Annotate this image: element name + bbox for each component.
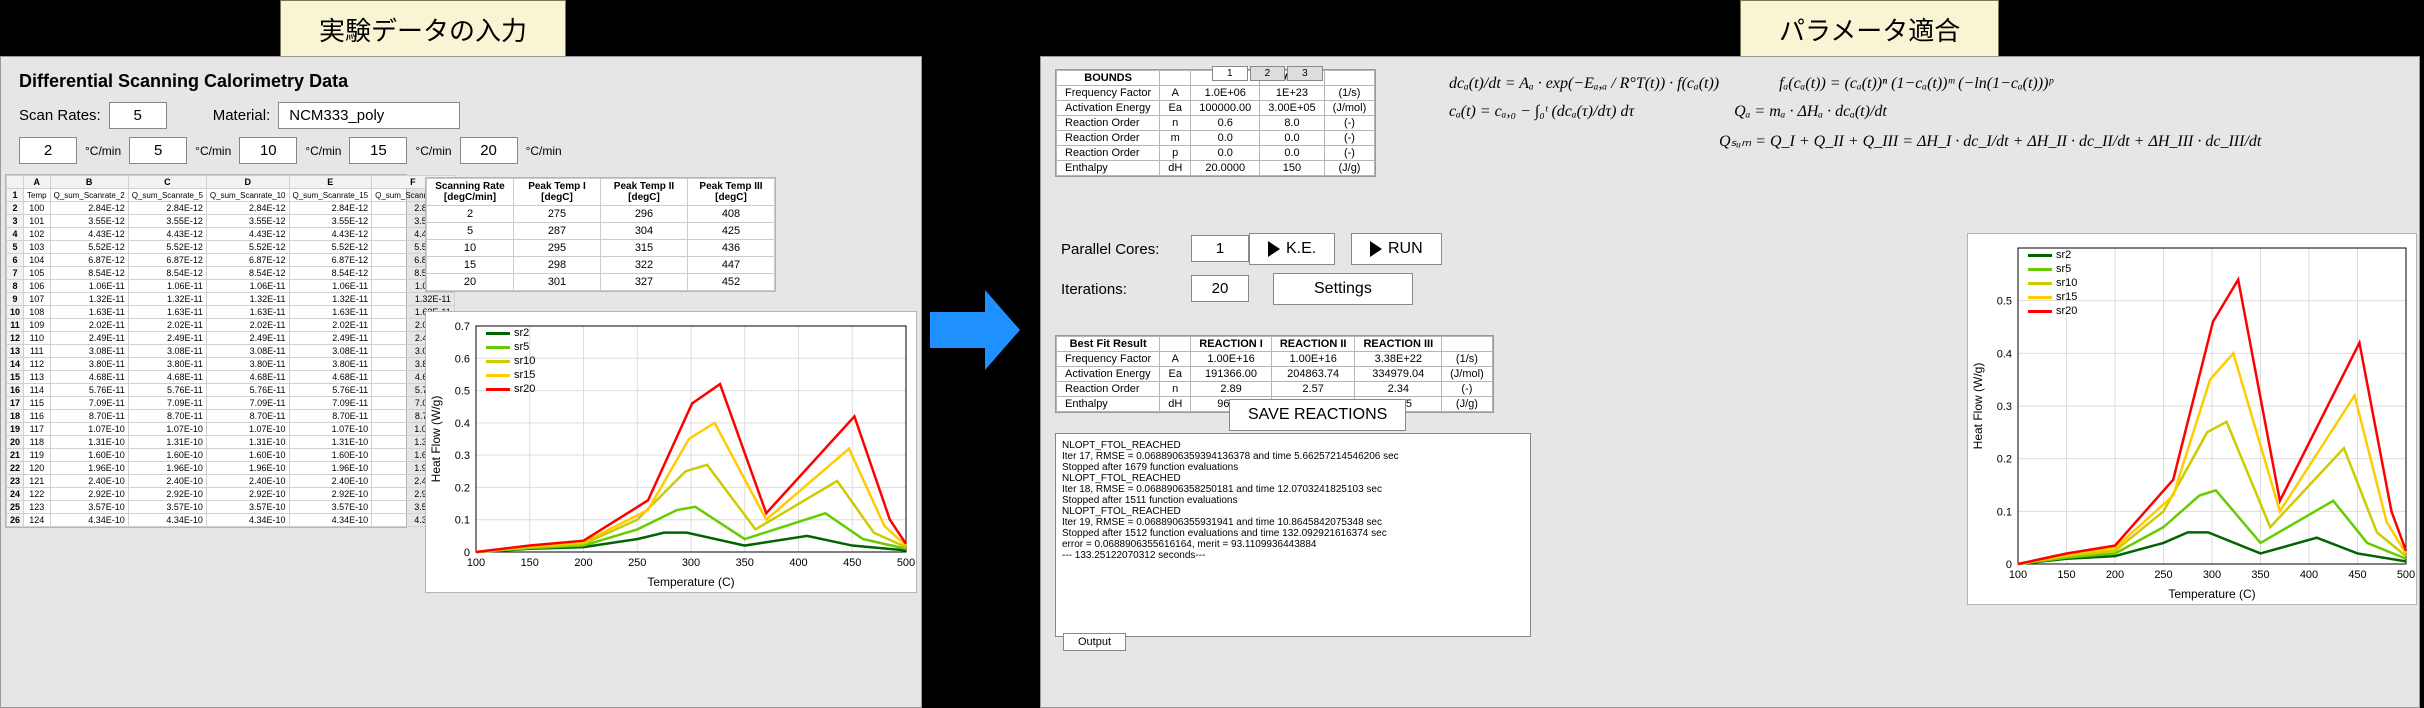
eq2: fₐ(cₐ(t)) = (cₐ(t))ⁿ (1−cₐ(t))ᵐ (−ln(1−c… (1779, 75, 2053, 93)
svg-text:sr15: sr15 (514, 369, 535, 381)
rate-unit: °C/min (415, 144, 451, 158)
eq3: cₐ(t) = cₐ,₀ − ∫₀ᵗ (dcₐ(τ)/dτ) dτ (1449, 103, 1634, 121)
svg-text:0: 0 (2006, 559, 2012, 571)
svg-text:150: 150 (2057, 569, 2075, 581)
settings-button[interactable]: Settings (1273, 273, 1413, 305)
svg-text:0.1: 0.1 (1997, 506, 2012, 518)
bounds-tab[interactable]: 3 (1287, 66, 1323, 81)
scanrates-input[interactable]: 5 (109, 102, 167, 129)
svg-text:350: 350 (2251, 569, 2269, 581)
eq5: Qₛᵤₘ = Q_I + Q_II + Q_III = ΔH_I · dc_I/… (1719, 133, 2261, 150)
svg-text:0.2: 0.2 (1997, 454, 2012, 466)
formulae: dcₐ(t)/dt = Aₐ · exp(−Eₐ,ₐ / R°T(t)) · f… (1449, 71, 2009, 213)
svg-text:Heat Flow (W/g): Heat Flow (W/g) (1971, 363, 1985, 450)
run-button[interactable]: RUN (1351, 233, 1442, 265)
log-output[interactable]: NLOPT_FTOL_REACHED Iter 17, RMSE = 0.068… (1055, 433, 1531, 637)
chart-input: 10015020025030035040045050000.10.20.30.4… (425, 311, 917, 593)
svg-text:0.6: 0.6 (455, 353, 470, 365)
svg-text:400: 400 (2300, 569, 2318, 581)
svg-text:sr15: sr15 (2056, 291, 2077, 303)
svg-text:250: 250 (628, 557, 646, 569)
svg-text:0.4: 0.4 (1997, 348, 2012, 360)
play-icon (1370, 241, 1382, 257)
svg-text:400: 400 (789, 557, 807, 569)
svg-text:500: 500 (2397, 569, 2415, 581)
svg-text:Temperature (C): Temperature (C) (647, 575, 734, 589)
svg-text:sr2: sr2 (2056, 249, 2071, 261)
fit-panel: 123 BOUNDSMINMAXFrequency FactorA1.0E+06… (1040, 56, 2420, 708)
banner-fit: パラメータ適合 (1740, 0, 1999, 59)
rate-unit: °C/min (85, 144, 121, 158)
svg-text:Heat Flow (W/g): Heat Flow (W/g) (429, 396, 443, 483)
rate-input[interactable]: 5 (129, 137, 187, 164)
input-panel: Differential Scanning Calorimetry Data S… (0, 56, 922, 708)
material-label: Material: (213, 107, 271, 124)
bounds-table: 123 BOUNDSMINMAXFrequency FactorA1.0E+06… (1055, 69, 1376, 177)
save-reactions-button[interactable]: SAVE REACTIONS (1229, 399, 1406, 431)
iter-label: Iterations: (1061, 281, 1127, 298)
svg-text:300: 300 (2203, 569, 2221, 581)
banner-input: 実験データの入力 (280, 0, 566, 59)
peak-table: Scanning Rate [degC/min]Peak Temp I [deg… (425, 177, 776, 292)
bounds-tabs: 123 (1212, 66, 1323, 81)
chart-fit: 10015020025030035040045050000.10.20.30.4… (1967, 233, 2417, 605)
rate-unit: °C/min (305, 144, 341, 158)
material-input[interactable]: NCM333_poly (278, 102, 460, 129)
svg-text:200: 200 (2106, 569, 2124, 581)
svg-text:sr10: sr10 (514, 355, 535, 367)
svg-text:Temperature (C): Temperature (C) (2168, 587, 2255, 601)
svg-text:0.1: 0.1 (455, 515, 470, 527)
bounds-tab[interactable]: 2 (1250, 66, 1286, 81)
svg-text:250: 250 (2154, 569, 2172, 581)
eq1: dcₐ(t)/dt = Aₐ · exp(−Eₐ,ₐ / R°T(t)) · f… (1449, 75, 1719, 93)
svg-text:0.4: 0.4 (455, 418, 470, 430)
svg-text:0.3: 0.3 (1997, 401, 2012, 413)
svg-text:sr5: sr5 (2056, 263, 2071, 275)
svg-text:sr20: sr20 (2056, 305, 2077, 317)
svg-text:500: 500 (897, 557, 915, 569)
svg-text:0.2: 0.2 (455, 482, 470, 494)
svg-text:200: 200 (574, 557, 592, 569)
play-icon (1268, 241, 1280, 257)
rate-input[interactable]: 20 (460, 137, 518, 164)
svg-text:0.5: 0.5 (1997, 296, 2012, 308)
svg-text:sr2: sr2 (514, 327, 529, 339)
svg-text:0.7: 0.7 (455, 321, 470, 333)
rate-unit: °C/min (526, 144, 562, 158)
svg-text:150: 150 (521, 557, 539, 569)
rate-input[interactable]: 10 (239, 137, 297, 164)
rates-row: 2 °C/min 5 °C/min 10 °C/min 15 °C/min 20 °C/min (1, 133, 921, 168)
svg-text:sr10: sr10 (2056, 277, 2077, 289)
scanrates-label: Scan Rates: (19, 107, 101, 124)
svg-text:450: 450 (2348, 569, 2366, 581)
svg-text:0.5: 0.5 (455, 386, 470, 398)
svg-text:0: 0 (464, 547, 470, 559)
iter-input[interactable]: 20 (1191, 275, 1249, 302)
svg-text:300: 300 (682, 557, 700, 569)
rate-input[interactable]: 2 (19, 137, 77, 164)
parallel-label: Parallel Cores: (1061, 241, 1159, 258)
spreadsheet[interactable]: ABCDEF1TempQ_sum_Scanrate_2Q_sum_Scanrat… (5, 174, 407, 528)
parallel-input[interactable]: 1 (1191, 235, 1249, 262)
svg-text:sr5: sr5 (514, 341, 529, 353)
eq4: Qₐ = mₐ · ΔHₐ · dcₐ(t)/dt (1734, 103, 1887, 121)
rate-unit: °C/min (195, 144, 231, 158)
bounds-tab[interactable]: 1 (1212, 66, 1248, 81)
svg-text:sr20: sr20 (514, 383, 535, 395)
output-button[interactable]: Output (1063, 633, 1126, 651)
panel-title: Differential Scanning Calorimetry Data (1, 57, 921, 98)
arrow-icon (930, 290, 1020, 370)
svg-text:350: 350 (736, 557, 754, 569)
svg-text:0.3: 0.3 (455, 450, 470, 462)
rate-input[interactable]: 15 (349, 137, 407, 164)
svg-text:450: 450 (843, 557, 861, 569)
ke-button[interactable]: K.E. (1249, 233, 1335, 265)
